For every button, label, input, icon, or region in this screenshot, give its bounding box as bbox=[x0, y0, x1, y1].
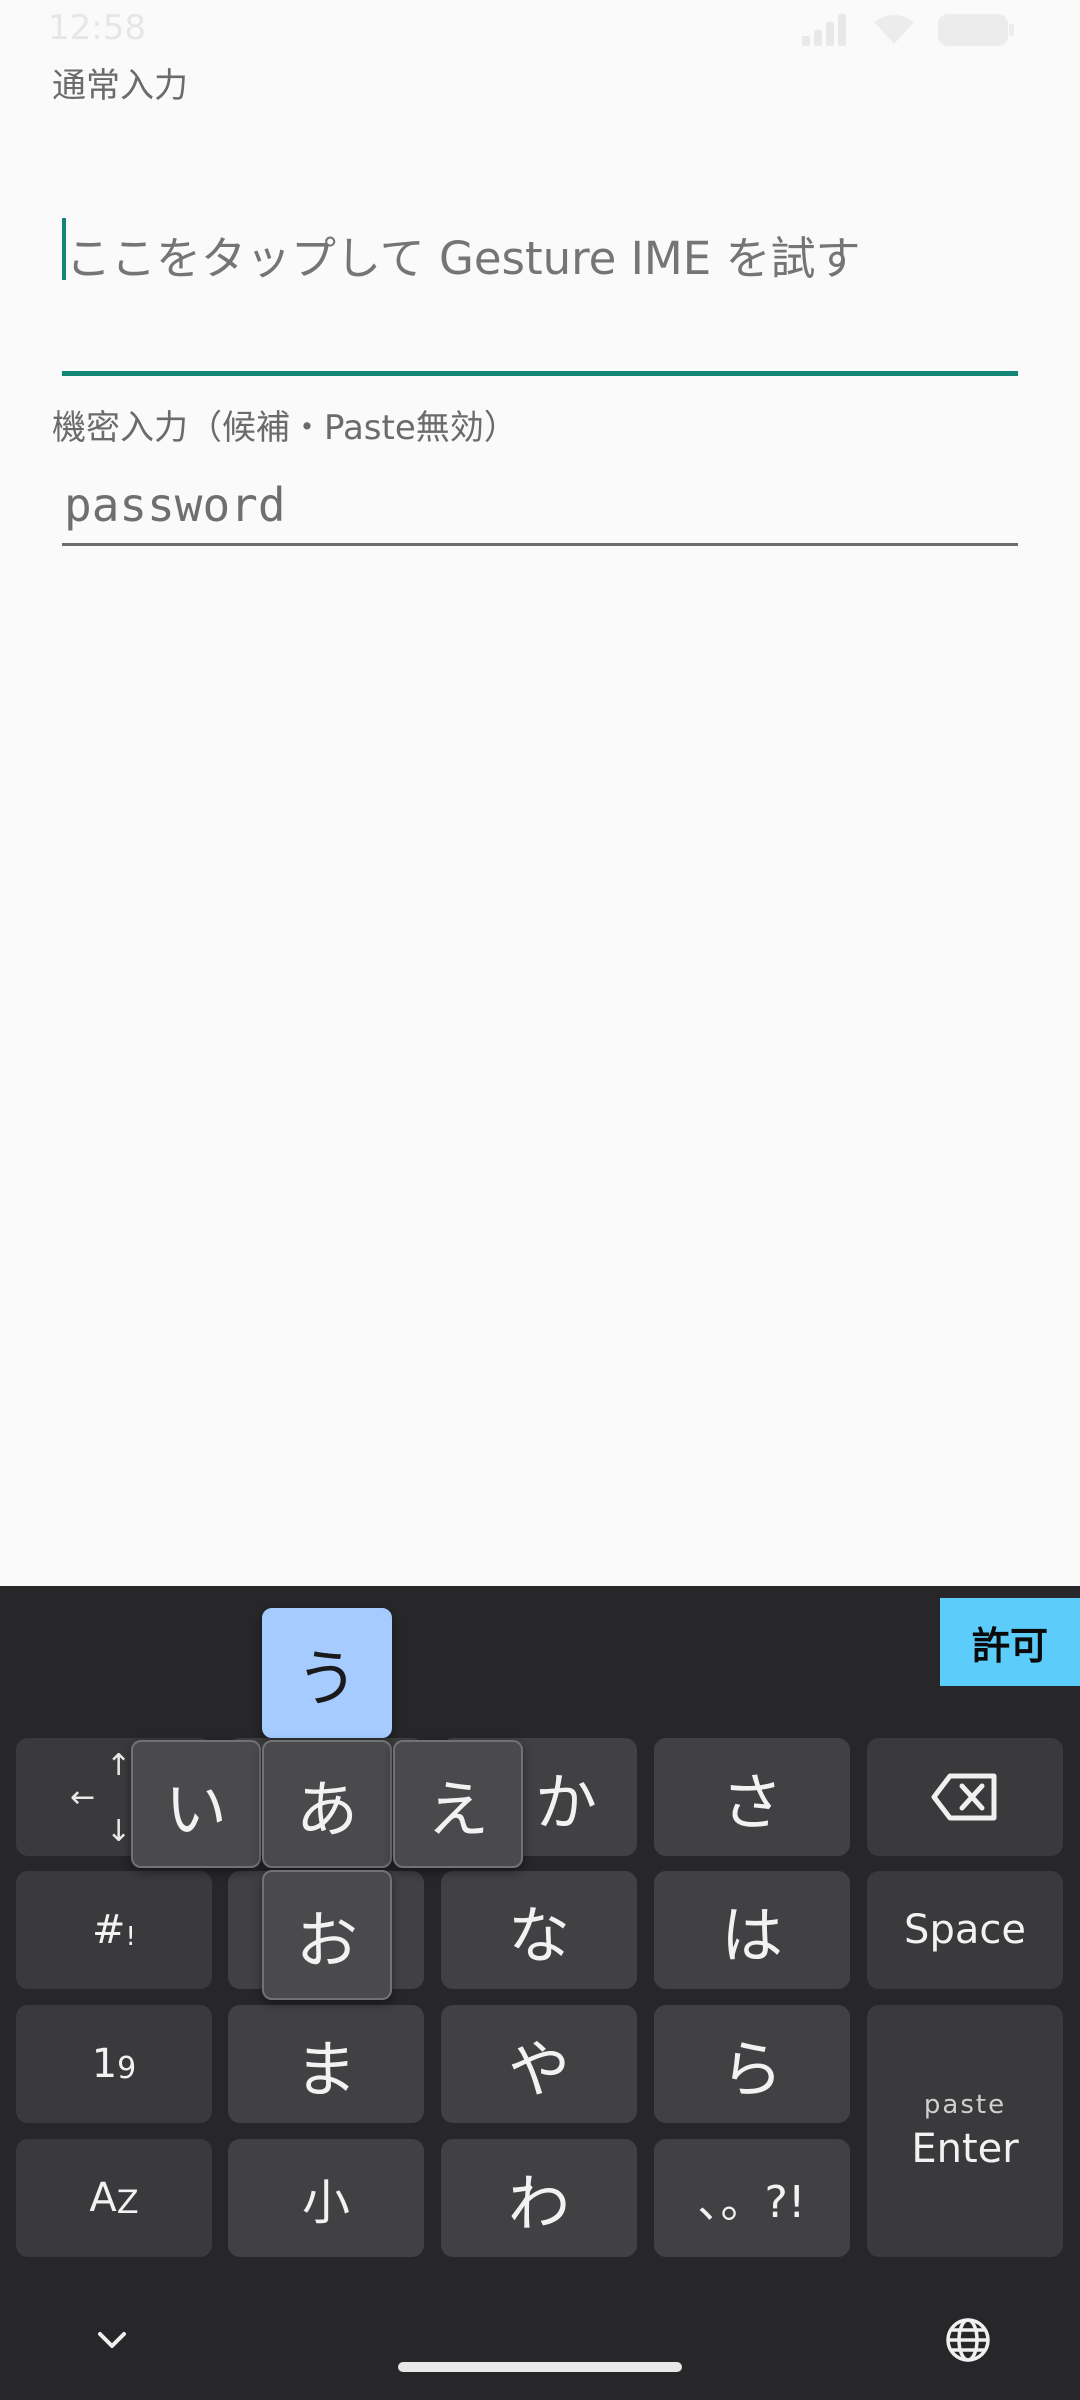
alpha-sub-label: Z bbox=[116, 2183, 139, 2221]
enter-label: Enter bbox=[911, 2126, 1019, 2172]
normal-input-label: 通常入力 bbox=[52, 66, 188, 106]
flick-center-a[interactable]: あ bbox=[262, 1740, 392, 1868]
globe-icon[interactable] bbox=[944, 2316, 992, 2364]
normal-input-field[interactable]: ここをタップして Gesture IME を試す bbox=[62, 200, 1018, 376]
app-screen: 12:58 通常入力 ここをタップして Gesture IME を試す 機密入力… bbox=[0, 0, 1080, 2400]
symbols-key[interactable]: #! bbox=[16, 1871, 212, 1989]
home-indicator[interactable] bbox=[398, 2362, 682, 2372]
wifi-icon bbox=[874, 15, 914, 44]
alpha-main-label: A bbox=[89, 2175, 117, 2221]
key-ya[interactable]: や bbox=[441, 2005, 637, 2123]
battery-icon bbox=[938, 14, 1014, 46]
password-field[interactable]: password bbox=[62, 468, 1018, 546]
normal-input-placeholder: ここをタップして Gesture IME を試す bbox=[66, 232, 861, 285]
flick-down-o[interactable]: お bbox=[262, 1870, 392, 2000]
key-wa[interactable]: わ bbox=[441, 2139, 637, 2257]
numbers-key[interactable]: 19 bbox=[16, 2005, 212, 2123]
signal-icon bbox=[802, 14, 850, 46]
secret-input-label: 機密入力（候補・Paste無効） bbox=[52, 408, 518, 448]
flick-right-e[interactable]: え bbox=[393, 1740, 523, 1868]
flick-up-u[interactable]: う bbox=[262, 1608, 392, 1738]
status-time: 12:58 bbox=[48, 8, 146, 48]
backspace-key[interactable] bbox=[867, 1738, 1063, 1856]
status-bar: 12:58 bbox=[0, 0, 1080, 60]
paste-label: paste bbox=[923, 2090, 1007, 2120]
allow-button[interactable]: 許可 bbox=[940, 1598, 1080, 1686]
enter-key[interactable]: paste Enter bbox=[867, 2005, 1063, 2257]
arrow-up-icon: ↑ bbox=[106, 1748, 132, 1783]
key-ha[interactable]: は bbox=[654, 1871, 850, 1989]
punctuation-key[interactable]: ､。?! bbox=[654, 2139, 850, 2257]
key-sa[interactable]: さ bbox=[654, 1738, 850, 1856]
symbols-main-label: # bbox=[92, 1907, 126, 1953]
backspace-icon bbox=[931, 1773, 997, 1821]
chevron-down-icon[interactable] bbox=[92, 2320, 132, 2360]
keyboard bbox=[0, 1586, 1080, 2400]
alphabet-key[interactable]: AZ bbox=[16, 2139, 212, 2257]
key-ma[interactable]: ま bbox=[228, 2005, 424, 2123]
password-placeholder: password bbox=[64, 478, 286, 532]
status-icons bbox=[802, 14, 1014, 46]
arrow-down-icon: ↓ bbox=[106, 1814, 132, 1849]
key-ra[interactable]: ら bbox=[654, 2005, 850, 2123]
small-kana-key[interactable]: 小 bbox=[228, 2139, 424, 2257]
symbols-sub-label: ! bbox=[125, 1922, 136, 1952]
numbers-sub-label: 9 bbox=[117, 2050, 137, 2086]
flick-left-i[interactable]: い bbox=[131, 1740, 261, 1868]
key-na[interactable]: な bbox=[441, 1871, 637, 1989]
space-key[interactable]: Space bbox=[867, 1871, 1063, 1989]
numbers-main-label: 1 bbox=[91, 2041, 118, 2087]
arrow-left-icon: ← bbox=[70, 1780, 96, 1815]
